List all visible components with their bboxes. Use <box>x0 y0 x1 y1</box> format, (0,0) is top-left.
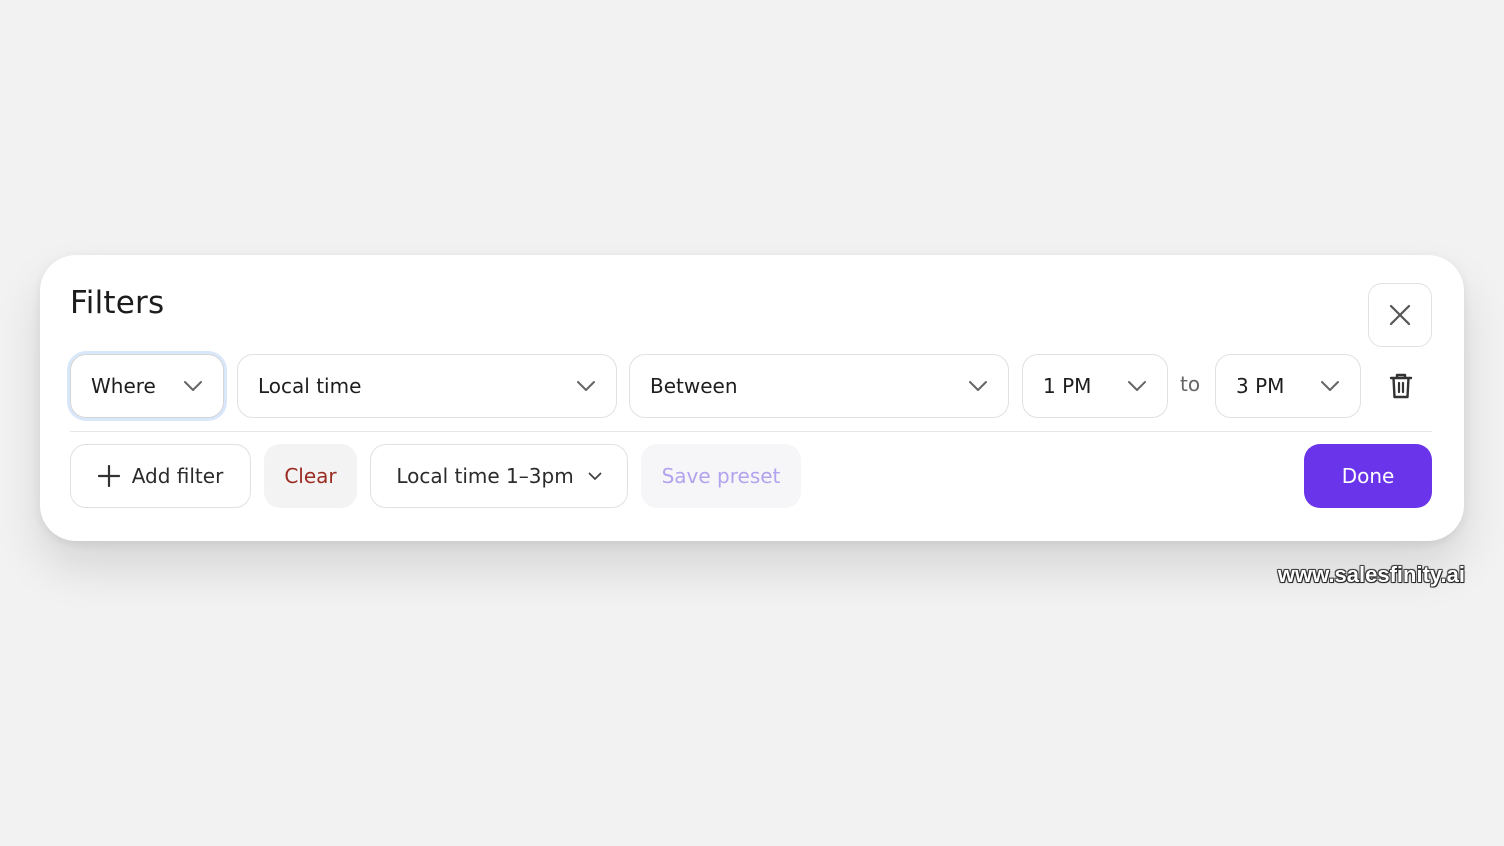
trash-icon <box>1389 373 1413 399</box>
conjunction-select[interactable]: Where <box>70 354 224 418</box>
delete-filter-button[interactable] <box>1383 368 1419 404</box>
done-label: Done <box>1341 464 1395 488</box>
clear-label: Clear <box>284 464 337 488</box>
chevron-down-icon <box>1320 380 1340 392</box>
operator-select[interactable]: Between <box>629 354 1009 418</box>
chevron-down-icon <box>968 380 988 392</box>
preset-label: Local time 1–3pm <box>396 464 574 488</box>
save-preset-button[interactable]: Save preset <box>641 444 801 508</box>
dialog-title: Filters <box>70 285 165 321</box>
from-time-select[interactable]: 1 PM <box>1022 354 1168 418</box>
divider <box>70 431 1432 432</box>
operator-value: Between <box>650 374 738 398</box>
field-value: Local time <box>258 374 362 398</box>
plus-icon <box>97 465 120 487</box>
chevron-down-icon <box>588 472 602 481</box>
conjunction-value: Where <box>91 374 156 398</box>
preset-select[interactable]: Local time 1–3pm <box>370 444 628 508</box>
from-time-value: 1 PM <box>1043 374 1092 398</box>
field-select[interactable]: Local time <box>237 354 617 418</box>
chevron-down-icon <box>576 380 596 392</box>
add-filter-label: Add filter <box>131 464 224 488</box>
close-icon <box>1389 304 1411 326</box>
filters-dialog: Filters Where Local time Between 1 PM to… <box>40 255 1464 541</box>
watermark: www.salesfinity.ai <box>1277 562 1465 587</box>
done-button[interactable]: Done <box>1304 444 1432 508</box>
to-time-value: 3 PM <box>1236 374 1285 398</box>
chevron-down-icon <box>183 380 203 392</box>
save-preset-label: Save preset <box>661 464 781 488</box>
range-separator: to <box>1180 372 1201 396</box>
add-filter-button[interactable]: Add filter <box>70 444 251 508</box>
chevron-down-icon <box>1127 380 1147 392</box>
close-button[interactable] <box>1368 283 1432 347</box>
to-time-select[interactable]: 3 PM <box>1215 354 1361 418</box>
clear-button[interactable]: Clear <box>264 444 357 508</box>
